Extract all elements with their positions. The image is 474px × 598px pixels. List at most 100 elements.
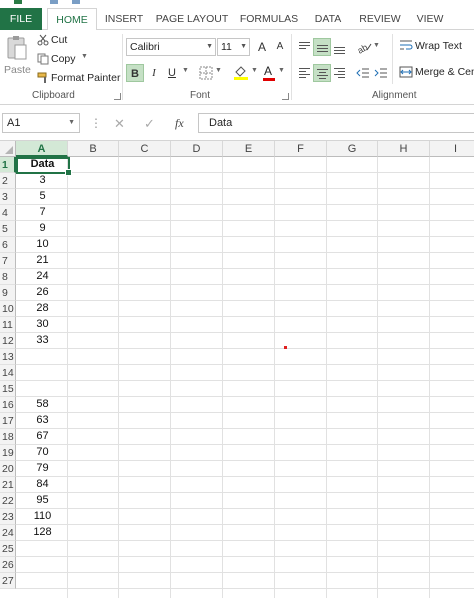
row-header-14[interactable]: 14 (0, 365, 16, 381)
increase-indent-icon[interactable] (374, 66, 388, 80)
cell-a23[interactable]: 110 (17, 509, 68, 524)
font-color-button[interactable]: A (262, 64, 276, 82)
cell-a18[interactable]: 67 (17, 429, 68, 444)
font-name-combo[interactable]: Calibri ▼ (126, 38, 216, 56)
column-header-f[interactable]: F (275, 141, 327, 157)
more-options-icon[interactable]: ⋮ (90, 116, 102, 130)
row-header-13[interactable]: 13 (0, 349, 16, 365)
font-size-combo[interactable]: 11 ▼ (217, 38, 250, 56)
tab-review[interactable]: REVIEW (356, 8, 404, 30)
column-header-b[interactable]: B (68, 141, 119, 157)
orientation-dropdown-icon[interactable]: ▼ (373, 42, 380, 49)
row-header-8[interactable]: 8 (0, 269, 16, 285)
row-header-3[interactable]: 3 (0, 189, 16, 205)
tab-insert[interactable]: INSERT (100, 8, 148, 30)
row-header-22[interactable]: 22 (0, 493, 16, 509)
cell-a13[interactable] (17, 349, 68, 364)
align-right-button[interactable] (331, 64, 349, 82)
borders-dropdown-icon[interactable]: ▼ (215, 67, 222, 74)
column-header-c[interactable]: C (119, 141, 171, 157)
underline-button[interactable]: U (163, 64, 181, 82)
column-header-g[interactable]: G (327, 141, 378, 157)
row-header-5[interactable]: 5 (0, 221, 16, 237)
cell-a20[interactable]: 79 (17, 461, 68, 476)
redo-icon[interactable] (72, 0, 80, 4)
copy-icon[interactable] (37, 53, 49, 65)
cell-a22[interactable]: 95 (17, 493, 68, 508)
cell-a21[interactable]: 84 (17, 477, 68, 492)
column-header-d[interactable]: D (171, 141, 223, 157)
tab-home[interactable]: HOME (47, 8, 97, 31)
bold-button[interactable]: B (126, 64, 144, 82)
row-header-18[interactable]: 18 (0, 429, 16, 445)
row-header-20[interactable]: 20 (0, 461, 16, 477)
row-header-4[interactable]: 4 (0, 205, 16, 221)
cell-a14[interactable] (17, 365, 68, 380)
fill-color-dropdown-icon[interactable]: ▼ (251, 67, 258, 74)
row-header-23[interactable]: 23 (0, 509, 16, 525)
align-left-button[interactable] (296, 64, 314, 82)
borders-icon[interactable] (199, 66, 213, 80)
font-color-dropdown-icon[interactable]: ▼ (278, 67, 285, 74)
row-header-12[interactable]: 12 (0, 333, 16, 349)
row-header-7[interactable]: 7 (0, 253, 16, 269)
tab-page-layout[interactable]: PAGE LAYOUT (154, 8, 230, 30)
font-launcher-icon[interactable] (282, 93, 289, 100)
row-header-1[interactable]: 1 (0, 157, 16, 173)
cell-a11[interactable]: 30 (17, 317, 68, 332)
cancel-icon[interactable]: ✕ (114, 116, 125, 132)
row-header-27[interactable]: 27 (0, 573, 16, 589)
format-painter-icon[interactable] (37, 72, 49, 84)
column-header-i[interactable]: I (430, 141, 474, 157)
cell-a10[interactable]: 28 (17, 301, 68, 316)
row-header-25[interactable]: 25 (0, 541, 16, 557)
merge-center-button[interactable]: Merge & Cent (415, 66, 474, 78)
row-header-16[interactable]: 16 (0, 397, 16, 413)
row-header-24[interactable]: 24 (0, 525, 16, 541)
cell-a5[interactable]: 9 (17, 221, 68, 236)
cell-a25[interactable] (17, 541, 68, 556)
cell-a17[interactable]: 63 (17, 413, 68, 428)
decrease-indent-icon[interactable] (356, 66, 370, 80)
row-header-19[interactable]: 19 (0, 445, 16, 461)
cell-a16[interactable]: 58 (17, 397, 68, 412)
cell-a19[interactable]: 70 (17, 445, 68, 460)
wrap-text-button[interactable]: Wrap Text (415, 40, 462, 52)
cut-button[interactable]: Cut (51, 34, 67, 46)
copy-dropdown-icon[interactable]: ▼ (81, 53, 88, 60)
cell-a6[interactable]: 10 (17, 237, 68, 252)
name-box[interactable]: A1 ▼ (2, 113, 80, 133)
row-header-9[interactable]: 9 (0, 285, 16, 301)
row-header-2[interactable]: 2 (0, 173, 16, 189)
align-top-button[interactable] (296, 38, 314, 56)
row-header-10[interactable]: 10 (0, 301, 16, 317)
insert-function-icon[interactable]: fx (175, 116, 184, 131)
align-middle-button[interactable] (313, 38, 331, 56)
wrap-text-icon[interactable] (399, 39, 413, 53)
column-header-h[interactable]: H (378, 141, 430, 157)
cell-a2[interactable]: 3 (17, 173, 68, 188)
shrink-font-button[interactable]: A (271, 38, 289, 56)
align-center-button[interactable] (313, 64, 331, 82)
italic-button[interactable]: I (145, 64, 163, 82)
column-header-e[interactable]: E (223, 141, 275, 157)
cell-a12[interactable]: 33 (17, 333, 68, 348)
tab-formulas[interactable]: FORMULAS (237, 8, 301, 30)
copy-button[interactable]: Copy (51, 53, 76, 65)
orientation-icon[interactable]: ab (356, 40, 372, 54)
scissors-icon[interactable] (37, 34, 49, 46)
cell-a15[interactable] (17, 381, 68, 396)
row-header-26[interactable]: 26 (0, 557, 16, 573)
cell-a9[interactable]: 26 (17, 285, 68, 300)
clipboard-launcher-icon[interactable] (114, 93, 121, 100)
row-header-6[interactable]: 6 (0, 237, 16, 253)
enter-icon[interactable]: ✓ (144, 116, 155, 132)
tab-view[interactable]: VIEW (412, 8, 448, 30)
column-header-a[interactable]: A (16, 141, 68, 157)
fill-color-icon[interactable] (233, 64, 249, 80)
tab-file[interactable]: FILE (0, 8, 42, 30)
cell-a4[interactable]: 7 (17, 205, 68, 220)
cell-a7[interactable]: 21 (17, 253, 68, 268)
paste-button[interactable]: Paste (2, 32, 31, 84)
cell-a24[interactable]: 128 (17, 525, 68, 540)
